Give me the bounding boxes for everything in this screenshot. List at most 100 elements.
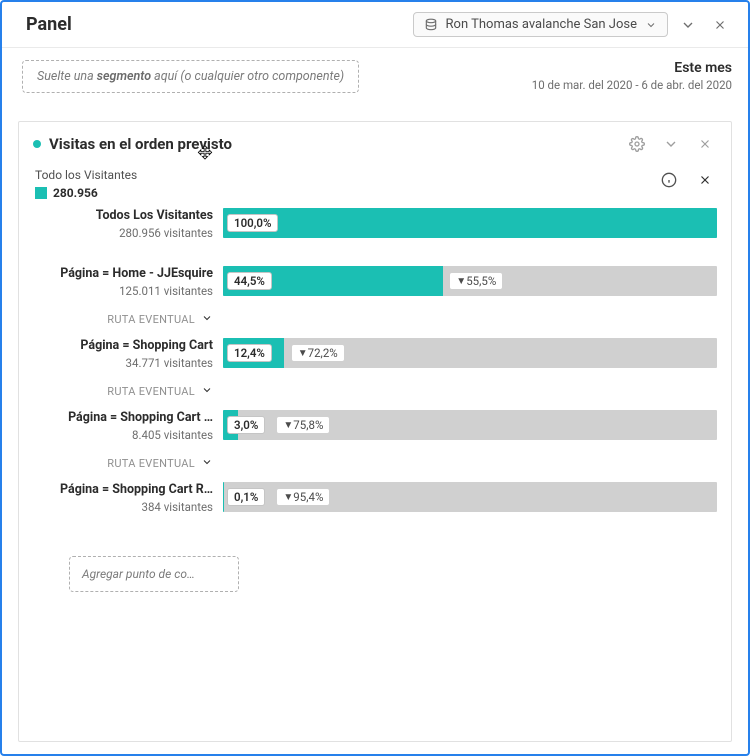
step-spacer [223, 374, 717, 404]
segment-dropzone-text-pre: Suelte una [37, 69, 97, 84]
step-visitors: 8.405 visitantes [132, 428, 213, 442]
segment-dropzone-text-em: segmento [97, 69, 151, 84]
step-name[interactable]: Página = Shopping Cart [80, 338, 213, 354]
report-suite-label: Ron Thomas avalanche San Jose [446, 17, 637, 32]
card-title[interactable]: Visitas en el orden previsto [49, 135, 232, 153]
step-bar[interactable]: 3,0% ▼75,8% [223, 410, 717, 440]
step-drop-tag: ▼95,4% [276, 488, 330, 506]
card-close-button[interactable] [693, 132, 717, 156]
step-drop-tag: ▼72,2% [291, 344, 345, 362]
step-path-selector[interactable]: RUTA EVENTUAL [107, 456, 213, 471]
card-collapse-toggle[interactable] [659, 132, 683, 156]
step-drop-value: 75,8% [293, 418, 323, 432]
legend-swatch-row: 280.956 [35, 186, 137, 200]
step-pct-tag: 3,0% [227, 416, 265, 434]
legend-series-label: Todo los Visitantes [35, 168, 137, 182]
step-bar[interactable]: 44,5% ▼55,5% [223, 266, 717, 296]
step-path-label: RUTA EVENTUAL [107, 385, 195, 398]
fallout-steps: Todos Los Visitantes 280.956 visitantes 10… [33, 208, 717, 540]
step-path-label: RUTA EVENTUAL [107, 313, 195, 326]
date-range[interactable]: Este mes 10 de mar. del 2020 - 6 de abr.… [532, 60, 732, 92]
step-bar-wrap: 0,1% ▼95,4% [223, 482, 717, 534]
step-bar-fill [223, 208, 717, 238]
panel-title: Panel [26, 14, 72, 35]
header-right: Ron Thomas avalanche San Jose [413, 12, 732, 37]
add-touchpoint-label: Agregar punto de co… [82, 567, 195, 581]
panel-collapse-toggle[interactable] [676, 13, 700, 37]
fallout-step: Página = Shopping Cart R… 384 visitantes 0… [33, 482, 717, 534]
chevron-down-icon [201, 456, 213, 471]
step-spacer [223, 244, 717, 260]
fallout-step: Todos Los Visitantes 280.956 visitantes 10… [33, 208, 717, 260]
fallout-step: Página = Shopping Cart 34.771 visitantes R… [33, 338, 717, 404]
under-header: Suelte una segmento aquí (o cualquier ot… [2, 48, 748, 97]
legend-close-button[interactable] [693, 168, 717, 192]
panel-root: Panel Ron Thomas avalanche San Jose [0, 0, 750, 756]
legend-right [657, 168, 717, 192]
step-pct-tag: 0,1% [227, 488, 265, 506]
step-labels: Página = Home - JJEsquire 125.011 visitan… [33, 266, 223, 332]
card-actions [625, 132, 717, 156]
legend-left: Todo los Visitantes 280.956 [35, 168, 137, 200]
step-name[interactable]: Página = Home - JJEsquire [60, 266, 213, 282]
segment-dropzone[interactable]: Suelte una segmento aquí (o cualquier ot… [22, 60, 359, 93]
viz-type-dot [33, 140, 41, 148]
panel-close-button[interactable] [708, 13, 732, 37]
step-bar[interactable]: 12,4%▼72,2% [223, 338, 717, 368]
add-touchpoint-dropzone[interactable]: Agregar punto de co… [69, 556, 239, 592]
caret-down-icon: ▼ [456, 276, 466, 287]
chevron-down-icon [201, 384, 213, 399]
step-bar-wrap: 100,0% [223, 208, 717, 260]
gear-icon[interactable] [625, 132, 649, 156]
caret-down-icon: ▼ [283, 492, 293, 503]
step-name[interactable]: Página = Shopping Cart … [68, 410, 213, 426]
segment-dropzone-text-post: aquí (o cualquier otro componente) [151, 69, 344, 84]
step-spacer [223, 446, 717, 476]
step-labels: Página = Shopping Cart R… 384 visitantes [33, 482, 223, 534]
card-titlebar: Visitas en el orden previsto [19, 122, 731, 162]
date-range-name: Este mes [532, 60, 732, 76]
step-name[interactable]: Todos Los Visitantes [96, 208, 213, 224]
step-pct-tag: 44,5% [227, 272, 272, 290]
step-visitors: 280.956 visitantes [119, 226, 213, 240]
step-spacer [223, 518, 717, 534]
caret-down-icon: ▼ [298, 348, 308, 359]
caret-down-icon: ▼ [283, 420, 293, 431]
step-bar[interactable]: 100,0% [223, 208, 717, 238]
step-visitors: 125.011 visitantes [119, 284, 213, 298]
step-labels: Página = Shopping Cart … 8.405 visitantes… [33, 410, 223, 476]
step-path-selector[interactable]: RUTA EVENTUAL [107, 384, 213, 399]
step-pct-tag: 100,0% [227, 214, 278, 232]
panel-header: Panel Ron Thomas avalanche San Jose [2, 2, 748, 48]
step-bar-wrap: 44,5% ▼55,5% [223, 266, 717, 332]
info-icon[interactable] [657, 168, 681, 192]
step-path-label: RUTA EVENTUAL [107, 457, 195, 470]
step-spacer [223, 302, 717, 332]
fallout-step: Página = Home - JJEsquire 125.011 visitan… [33, 266, 717, 332]
step-labels: Todos Los Visitantes 280.956 visitantes [33, 208, 223, 260]
step-visitors: 384 visitantes [141, 500, 213, 514]
step-bar[interactable]: 0,1% ▼95,4% [223, 482, 717, 512]
fallout-step: Página = Shopping Cart … 8.405 visitantes… [33, 410, 717, 476]
legend-row: Todo los Visitantes 280.956 [35, 168, 717, 200]
date-range-dates: 10 de mar. del 2020 - 6 de abr. del 2020 [532, 78, 732, 92]
step-bar-wrap: 3,0% ▼75,8% [223, 410, 717, 476]
step-drop-tag: ▼75,8% [276, 416, 330, 434]
step-bar-wrap: 12,4%▼72,2% [223, 338, 717, 404]
report-suite-selector[interactable]: Ron Thomas avalanche San Jose [413, 12, 668, 37]
chevron-down-icon [201, 312, 213, 327]
card-body: Todo los Visitantes 280.956 Todos Los Vi… [19, 162, 731, 741]
step-drop-value: 55,5% [466, 274, 496, 288]
step-drop-value: 72,2% [308, 346, 338, 360]
step-name[interactable]: Página = Shopping Cart R… [60, 482, 213, 498]
card-title-wrap: Visitas en el orden previsto [33, 135, 232, 153]
database-icon [424, 18, 438, 32]
fallout-card: Visitas en el orden previsto [18, 121, 732, 742]
chevron-down-icon [645, 19, 657, 31]
step-labels: Página = Shopping Cart 34.771 visitantes R… [33, 338, 223, 404]
legend-swatch [35, 187, 47, 199]
step-drop-value: 95,4% [293, 490, 323, 504]
step-visitors: 34.771 visitantes [126, 356, 213, 370]
step-path-selector[interactable]: RUTA EVENTUAL [107, 312, 213, 327]
step-drop-tag: ▼55,5% [449, 272, 503, 290]
